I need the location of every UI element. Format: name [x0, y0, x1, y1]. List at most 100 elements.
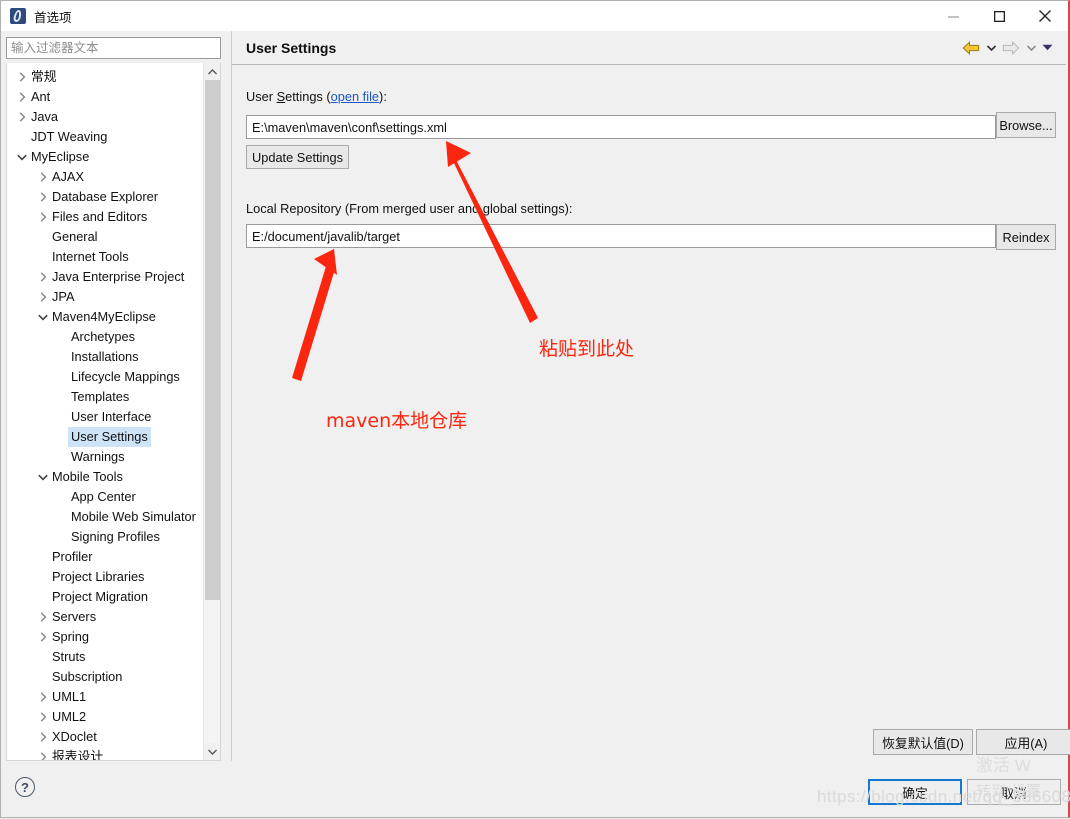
reindex-button[interactable]: Reindex: [996, 224, 1056, 250]
tree-item-ant[interactable]: Ant: [7, 87, 203, 107]
tree-item-archetypes[interactable]: Archetypes: [7, 327, 203, 347]
tree-item-label: Project Libraries: [52, 569, 145, 584]
local-repository-input[interactable]: [246, 224, 996, 248]
tree-item-general[interactable]: General: [7, 227, 203, 247]
tree-item-[interactable]: 常规: [7, 67, 203, 87]
open-file-link[interactable]: open file: [331, 89, 379, 104]
chevron-right-icon[interactable]: [36, 212, 50, 222]
preferences-tree[interactable]: 常规 Ant Java JDT Weaving MyEclipse AJAX Databas…: [6, 63, 221, 761]
tree-item-label: Mobile Tools: [52, 469, 123, 484]
preferences-dialog: 首选项 常规 Ant Java JDT Weaving MyEclipse AJAX Dat…: [0, 0, 1070, 818]
tree-item-label: Warnings: [71, 449, 125, 464]
user-settings-path-input[interactable]: [246, 115, 996, 139]
chevron-right-icon[interactable]: [36, 292, 50, 302]
scroll-up-icon[interactable]: [204, 63, 220, 80]
restore-defaults-button[interactable]: 恢复默认值(D): [873, 729, 973, 755]
chevron-right-icon[interactable]: [36, 712, 50, 722]
tree-item-mobile-web-simulator[interactable]: Mobile Web Simulator: [7, 507, 203, 527]
tree-item-maven4myeclipse[interactable]: Maven4MyEclipse: [7, 307, 203, 327]
chevron-right-icon[interactable]: [36, 192, 50, 202]
annotation-paste-here: 粘贴到此处: [539, 338, 635, 360]
chevron-down-icon[interactable]: [36, 314, 50, 321]
tree-item-files-and-editors[interactable]: Files and Editors: [7, 207, 203, 227]
back-dropdown-chevron-down-icon[interactable]: [984, 37, 998, 59]
update-settings-button[interactable]: Update Settings: [246, 145, 349, 169]
tree-item-jdt-weaving[interactable]: JDT Weaving: [7, 127, 203, 147]
tree-item-label: Lifecycle Mappings: [71, 369, 180, 384]
tree-item-project-libraries[interactable]: Project Libraries: [7, 567, 203, 587]
tree-item-jpa[interactable]: JPA: [7, 287, 203, 307]
tree-item-templates[interactable]: Templates: [7, 387, 203, 407]
tree-item-user-interface[interactable]: User Interface: [7, 407, 203, 427]
tree-item-database-explorer[interactable]: Database Explorer: [7, 187, 203, 207]
chevron-right-icon[interactable]: [36, 752, 50, 760]
forward-dropdown-chevron-down-icon: [1024, 37, 1038, 59]
chevron-right-icon[interactable]: [15, 72, 29, 82]
tree-item-myeclipse[interactable]: MyEclipse: [7, 147, 203, 167]
help-icon[interactable]: ?: [15, 777, 35, 797]
navigation-buttons: [960, 37, 1054, 59]
tree-scrollbar[interactable]: [203, 63, 220, 760]
page-title: User Settings: [246, 39, 337, 56]
tree-item-label: Archetypes: [71, 329, 136, 344]
tree-item-profiler[interactable]: Profiler: [7, 547, 203, 567]
minimize-button[interactable]: [930, 1, 976, 31]
chevron-right-icon[interactable]: [36, 692, 50, 702]
tree-item-struts[interactable]: Struts: [7, 647, 203, 667]
tree-item-java-enterprise-project[interactable]: Java Enterprise Project: [7, 267, 203, 287]
chevron-right-icon[interactable]: [36, 612, 50, 622]
chevron-down-icon[interactable]: [15, 154, 29, 161]
browse-button[interactable]: Browse...: [996, 112, 1056, 138]
tree-item-internet-tools[interactable]: Internet Tools: [7, 247, 203, 267]
tree-item-label: Mobile Web Simulator: [71, 509, 196, 524]
tree-item-label: UML1: [52, 689, 87, 704]
tree-item-label: Profiler: [52, 549, 93, 564]
maximize-button[interactable]: [976, 1, 1022, 31]
tree-item-subscription[interactable]: Subscription: [7, 667, 203, 687]
apply-button[interactable]: 应用(A): [976, 729, 1070, 755]
tree-item-label: Maven4MyEclipse: [52, 309, 156, 324]
user-settings-label-rest: ettings: [285, 89, 327, 104]
tree-item-signing-profiles[interactable]: Signing Profiles: [7, 527, 203, 547]
chevron-right-icon[interactable]: [36, 172, 50, 182]
close-button[interactable]: [1022, 1, 1068, 31]
tree-item-app-center[interactable]: App Center: [7, 487, 203, 507]
chevron-down-icon[interactable]: [36, 474, 50, 481]
tree-item-label: User Settings: [68, 427, 151, 447]
tree-item-java[interactable]: Java: [7, 107, 203, 127]
chevron-right-icon[interactable]: [15, 112, 29, 122]
tree-item-label: Files and Editors: [52, 209, 148, 224]
tree-item-lifecycle-mappings[interactable]: Lifecycle Mappings: [7, 367, 203, 387]
chevron-right-icon[interactable]: [36, 272, 50, 282]
tree-item-label: General: [52, 229, 98, 244]
settings-panel: User Settings User Settings (open file):…: [231, 31, 1070, 761]
tree-item-uml2[interactable]: UML2: [7, 707, 203, 727]
chevron-right-icon[interactable]: [36, 732, 50, 742]
scroll-down-icon[interactable]: [204, 743, 220, 760]
tree-item-label: Project Migration: [52, 589, 149, 604]
tree-item-label: Subscription: [52, 669, 123, 684]
tree-item-uml1[interactable]: UML1: [7, 687, 203, 707]
panel-menu-chevron-down-icon[interactable]: [1040, 37, 1054, 59]
local-repository-label: Local Repository (From merged user and g…: [246, 201, 573, 216]
chevron-right-icon[interactable]: [15, 92, 29, 102]
tree-item-user-settings[interactable]: User Settings: [7, 427, 203, 447]
tree-item-ajax[interactable]: AJAX: [7, 167, 203, 187]
chevron-right-icon[interactable]: [36, 632, 50, 642]
tree-item-xdoclet[interactable]: XDoclet: [7, 727, 203, 747]
tree-item-mobile-tools[interactable]: Mobile Tools: [7, 467, 203, 487]
tree-item-label: Templates: [71, 389, 130, 404]
tree-item-spring[interactable]: Spring: [7, 627, 203, 647]
back-arrow-icon[interactable]: [960, 37, 982, 59]
tree-item-label: Database Explorer: [52, 189, 158, 204]
tree-item-installations[interactable]: Installations: [7, 347, 203, 367]
tree-item-label: App Center: [71, 489, 136, 504]
tree-item-label: Spring: [52, 629, 89, 644]
tree-item-label: JPA: [52, 289, 75, 304]
tree-item-[interactable]: 报表设计: [7, 747, 203, 760]
tree-item-project-migration[interactable]: Project Migration: [7, 587, 203, 607]
tree-item-servers[interactable]: Servers: [7, 607, 203, 627]
filter-input[interactable]: [6, 37, 221, 59]
scrollbar-thumb[interactable]: [205, 80, 220, 600]
tree-item-warnings[interactable]: Warnings: [7, 447, 203, 467]
